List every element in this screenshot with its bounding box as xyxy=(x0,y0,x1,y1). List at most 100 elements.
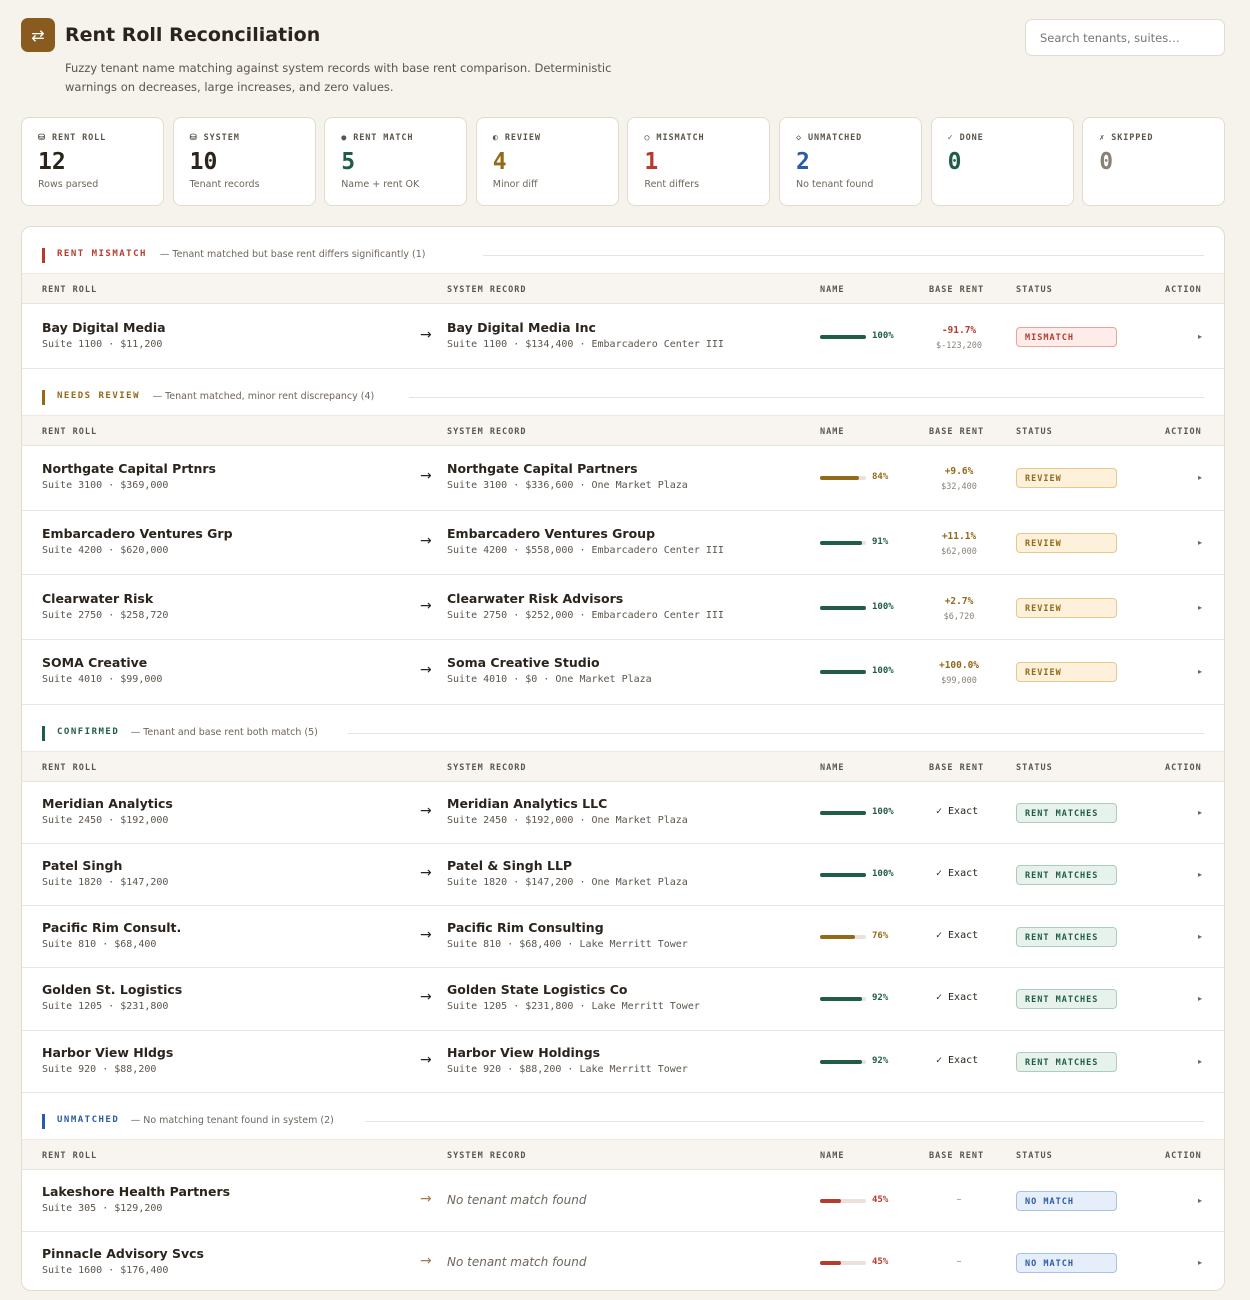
stat-value: 0 xyxy=(947,149,962,175)
name-score-bar xyxy=(820,541,866,546)
stat-card: ⛁ SYSTEM 10 Tenant records xyxy=(172,117,316,206)
name-score-bar xyxy=(820,670,866,675)
table-row[interactable]: Meridian Analytics Suite 2450 · $192,000 →… xyxy=(22,782,1224,844)
name-score-bar xyxy=(820,476,866,481)
table-row[interactable]: Clearwater Risk Suite 2750 · $258,720 → Cle… xyxy=(22,575,1224,641)
name-score-percent: 100% xyxy=(872,601,894,612)
name-score-percent: 100% xyxy=(872,806,894,817)
status-badge: RENT MATCHES xyxy=(1016,927,1117,948)
rent-roll-detail: Suite 2750 · $258,720 xyxy=(42,609,169,621)
column-header-base-rent: BASE RENT xyxy=(929,285,985,295)
rent-diff-percent: +9.6% xyxy=(944,466,974,478)
rent-roll-detail: Suite 2450 · $192,000 xyxy=(42,814,169,826)
rent-roll-name: Golden St. Logistics xyxy=(42,982,183,998)
stat-subtitle: Name + rent OK xyxy=(341,179,420,190)
table-row[interactable]: Pacific Rim Consult. Suite 810 · $68,400 →… xyxy=(22,906,1224,969)
rent-roll-detail: Suite 1820 · $147,200 xyxy=(42,877,169,889)
system-record-detail: Suite 4010 · $0 · One Market Plaza xyxy=(447,674,652,686)
name-score-fill xyxy=(820,935,855,940)
stat-label: ● RENT MATCH xyxy=(341,133,414,143)
table-row[interactable]: Northgate Capital Prtnrs Suite 3100 · $36… xyxy=(22,446,1224,511)
section-divider xyxy=(348,732,1204,734)
row-action-button[interactable]: ▸ xyxy=(1198,1057,1202,1066)
section-description: — Tenant and base rent both match (5) xyxy=(130,726,318,738)
section-divider xyxy=(364,1120,1204,1122)
row-action-button[interactable]: ▸ xyxy=(1198,473,1202,482)
arrow-right-icon: → xyxy=(420,1190,432,1207)
arrow-right-icon: → xyxy=(420,989,432,1006)
table-row[interactable]: Harbor View Hldgs Suite 920 · $88,200 → Har… xyxy=(22,1031,1224,1093)
name-score-bar xyxy=(820,605,866,610)
column-header-status: STATUS xyxy=(1016,1150,1053,1161)
table-row[interactable]: Bay Digital Media Suite 1100 · $11,200 → Ba… xyxy=(22,304,1224,369)
system-record-name: Bay Digital Media Inc xyxy=(447,319,596,335)
arrow-right-icon: → xyxy=(420,802,432,819)
rent-empty: – xyxy=(956,1255,962,1267)
row-action-button[interactable]: ▸ xyxy=(1198,603,1202,612)
column-header-system: SYSTEM RECORD xyxy=(447,762,527,773)
row-action-button[interactable]: ▸ xyxy=(1198,870,1202,879)
name-score-fill xyxy=(820,810,866,815)
search-input[interactable] xyxy=(1025,19,1225,56)
name-score-percent: 100% xyxy=(872,869,894,880)
section-description: — Tenant matched but base rent differs s… xyxy=(159,249,426,260)
name-score-bar xyxy=(820,1260,866,1265)
stat-value: 2 xyxy=(796,149,810,175)
row-action-button[interactable]: ▸ xyxy=(1198,538,1202,547)
stat-card: ⛁ RENT ROLL 12 Rows parsed xyxy=(21,117,164,206)
table-row[interactable]: Lakeshore Health Partners Suite 305 · $12… xyxy=(22,1170,1224,1232)
name-score-bar xyxy=(820,997,866,1002)
stat-value: 4 xyxy=(492,149,507,175)
rent-roll-name: SOMA Creative xyxy=(42,655,148,671)
column-header-status: STATUS xyxy=(1016,427,1053,437)
name-score-fill xyxy=(820,1059,863,1064)
row-action-button[interactable]: ▸ xyxy=(1198,667,1202,676)
row-action-button[interactable]: ▸ xyxy=(1198,994,1202,1003)
name-score-fill xyxy=(820,1198,841,1203)
system-record-name: Pacific Rim Consulting xyxy=(447,920,604,936)
table-row[interactable]: Patel Singh Suite 1820 · $147,200 → Patel &… xyxy=(22,844,1224,907)
section-title: CONFIRMED xyxy=(57,726,120,737)
system-record-detail: Suite 2450 · $192,000 · One Market Plaza xyxy=(447,814,688,826)
status-badge: RENT MATCHES xyxy=(1016,865,1117,886)
column-header-action: ACTION xyxy=(1165,427,1202,437)
system-record-name: Northgate Capital Partners xyxy=(447,461,638,477)
rent-roll-detail: Suite 305 · $129,200 xyxy=(42,1202,163,1214)
rent-roll-detail: Suite 920 · $88,200 xyxy=(42,1063,157,1075)
row-action-button[interactable]: ▸ xyxy=(1198,1258,1202,1267)
name-score-bar xyxy=(820,810,866,815)
rent-roll-name: Northgate Capital Prtnrs xyxy=(42,461,216,477)
system-record-detail: Suite 1205 · $231,800 · Lake Merritt Tow… xyxy=(447,1001,700,1013)
rent-exact: ✓ Exact xyxy=(936,805,979,817)
stat-card: ● RENT MATCH 5 Name + rent OK xyxy=(324,117,468,206)
rent-roll-name: Pacific Rim Consult. xyxy=(42,920,182,936)
row-action-button[interactable]: ▸ xyxy=(1198,1196,1202,1205)
section-description: — No matching tenant found in system (2) xyxy=(130,1114,334,1126)
table-row[interactable]: Pinnacle Advisory Svcs Suite 1600 · $176,… xyxy=(22,1232,1224,1290)
system-record-detail: Suite 4200 · $558,000 · Embarcadero Cent… xyxy=(447,545,724,557)
table-row[interactable]: Golden St. Logistics Suite 1205 · $231,80… xyxy=(22,968,1224,1031)
rent-roll-name: Embarcadero Ventures Grp xyxy=(42,526,233,542)
column-header-name: NAME xyxy=(820,285,845,295)
column-header-base-rent: BASE RENT xyxy=(929,1150,985,1161)
table-row[interactable]: Embarcadero Ventures Grp Suite 4200 · $62… xyxy=(22,511,1224,576)
table-row[interactable]: SOMA Creative Suite 4010 · $99,000 → Soma C… xyxy=(22,640,1224,705)
page-title: Rent Roll Reconciliation xyxy=(65,24,321,46)
arrow-right-icon: → xyxy=(420,927,432,944)
row-action-button[interactable]: ▸ xyxy=(1198,808,1202,817)
row-action-button[interactable]: ▸ xyxy=(1198,932,1202,941)
column-header-name: NAME xyxy=(820,427,845,437)
column-header-status: STATUS xyxy=(1016,762,1053,773)
system-record-name: Meridian Analytics LLC xyxy=(447,795,608,811)
name-score-fill xyxy=(820,997,863,1002)
column-header-rent-roll: RENT ROLL xyxy=(42,1150,98,1161)
section-header: UNMATCHED — No matching tenant found in s… xyxy=(22,1093,1224,1139)
row-action-button[interactable]: ▸ xyxy=(1198,332,1202,341)
stat-label: ✗ SKIPPED xyxy=(1099,133,1154,143)
stat-value: 0 xyxy=(1099,149,1114,175)
system-record-name: Embarcadero Ventures Group xyxy=(447,526,656,542)
rent-roll-name: Patel Singh xyxy=(42,858,123,874)
stat-label: ✓ DONE xyxy=(947,133,984,143)
rent-exact: ✓ Exact xyxy=(936,992,979,1004)
table-header: RENT ROLL SYSTEM RECORD NAME BASE RENT STATU… xyxy=(22,415,1224,446)
